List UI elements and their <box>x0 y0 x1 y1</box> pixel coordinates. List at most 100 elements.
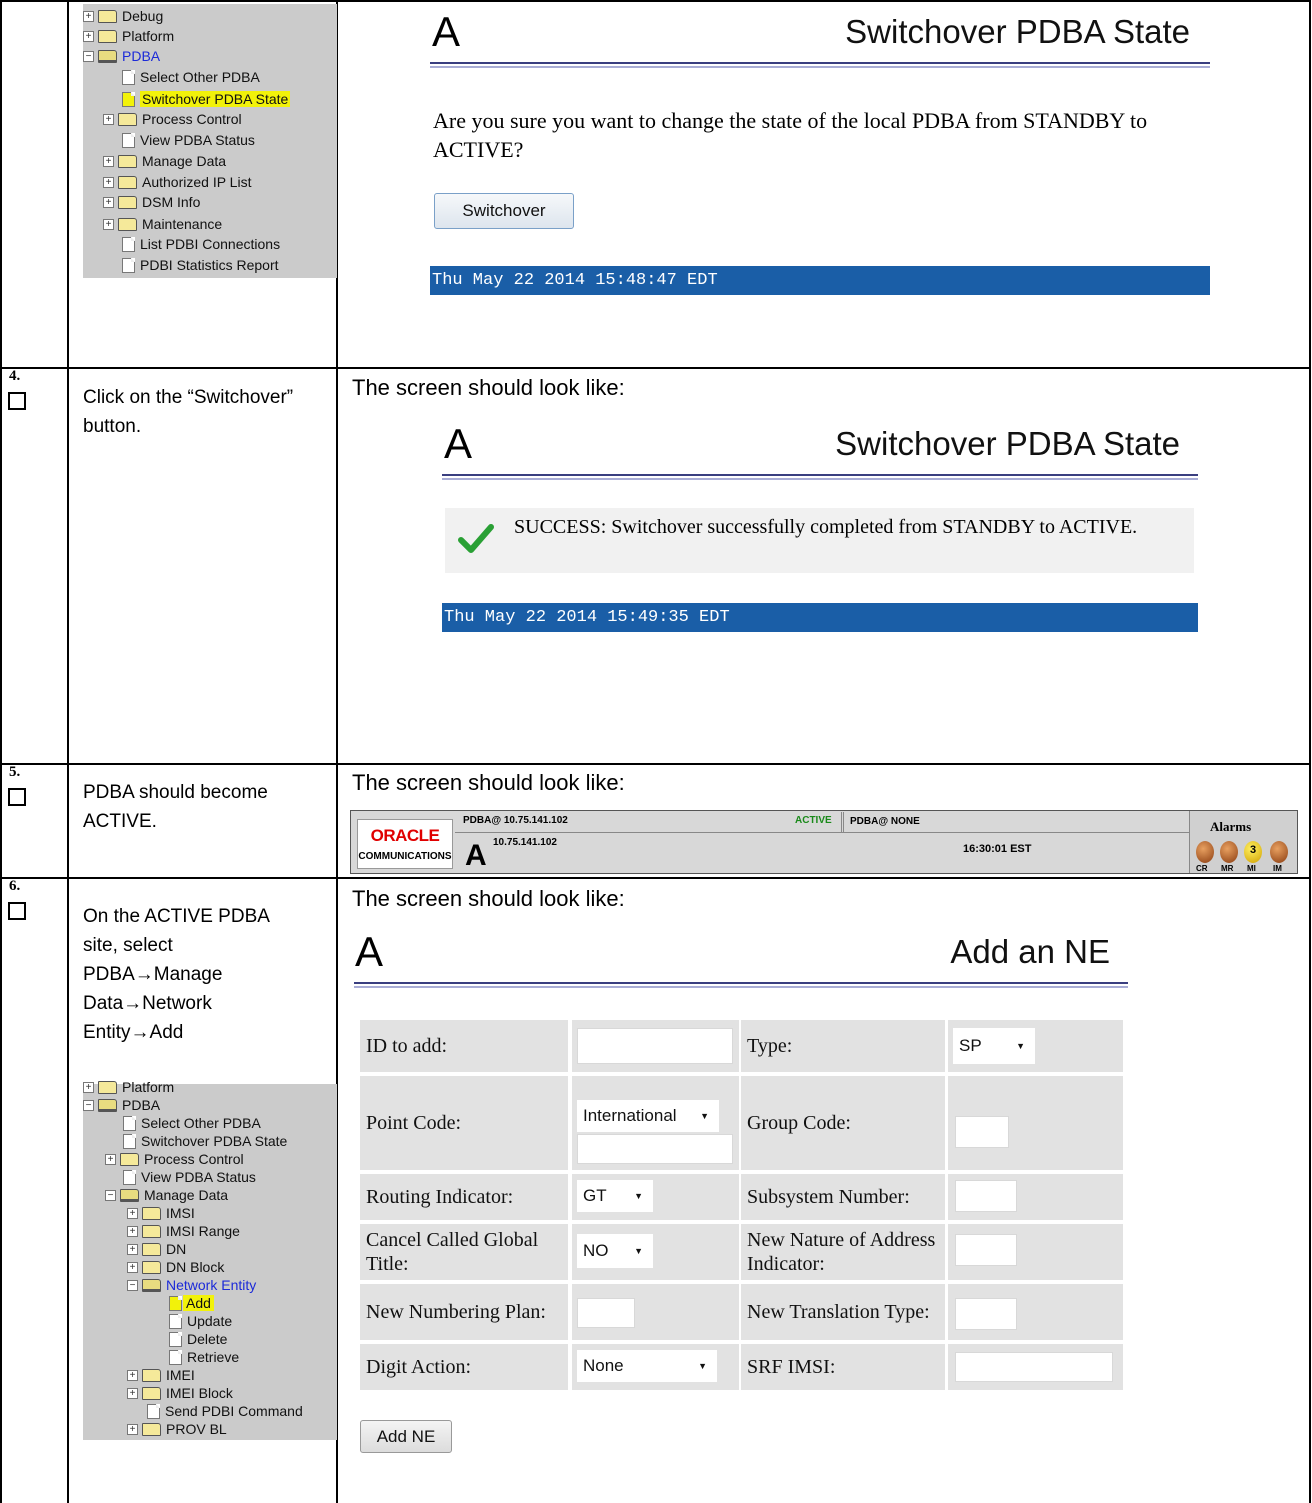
cancel-gt-select[interactable]: NO ▼ <box>577 1234 653 1268</box>
expand-icon[interactable]: + <box>127 1423 138 1435</box>
collapse-icon[interactable]: − <box>105 1189 116 1201</box>
expand-icon[interactable]: + <box>127 1369 138 1381</box>
expand-icon[interactable]: + <box>83 10 94 22</box>
expected-result-label: The screen should look like: <box>352 770 625 795</box>
tree-item-maintenance[interactable]: + Maintenance <box>103 214 222 234</box>
page-icon <box>122 132 135 148</box>
expand-icon[interactable]: + <box>127 1225 138 1237</box>
srf-imsi-input[interactable] <box>955 1352 1113 1382</box>
page-title: Switchover PDBA State <box>835 425 1180 462</box>
tree-item-process-control[interactable]: + Process Control <box>103 109 242 129</box>
tree-item-view-pdba-status[interactable]: View PDBA Status <box>122 130 255 150</box>
group-code-label: Group Code: <box>741 1076 945 1170</box>
ssn-input[interactable] <box>955 1180 1017 1212</box>
tree-item-platform[interactable]: + Platform <box>83 26 174 46</box>
expand-icon[interactable]: + <box>127 1207 138 1219</box>
tree-item-update[interactable]: Update <box>169 1312 232 1330</box>
title-rule <box>442 474 1198 476</box>
step-checkbox[interactable] <box>8 788 26 806</box>
success-message: SUCCESS: Switchover successfully complet… <box>514 516 1138 538</box>
expand-icon[interactable]: + <box>127 1261 138 1273</box>
expand-icon[interactable]: + <box>103 196 114 208</box>
collapse-icon[interactable]: − <box>83 1099 94 1111</box>
dropdown-caret-icon: ▼ <box>698 1361 707 1371</box>
expand-icon[interactable]: + <box>127 1243 138 1255</box>
routing-select[interactable]: GT ▼ <box>577 1180 653 1212</box>
new-np-label: New Numbering Plan: <box>360 1284 568 1340</box>
tree-item-list-pdbi-connections[interactable]: List PDBI Connections <box>122 234 280 254</box>
tree-item-manage-data[interactable]: + Manage Data <box>103 151 226 171</box>
tree-item-imei[interactable]: + IMEI <box>127 1366 195 1384</box>
folder-open-icon <box>98 49 117 63</box>
tree-item-switchover-pdba-state[interactable]: Switchover PDBA State <box>123 1132 287 1150</box>
app-logo: A <box>432 8 461 55</box>
add-ne-button[interactable]: Add NE <box>360 1420 452 1453</box>
group-code-input[interactable] <box>955 1116 1009 1148</box>
tree-item-process-control[interactable]: + Process Control <box>105 1150 244 1168</box>
new-nai-input[interactable] <box>955 1234 1017 1266</box>
new-np-input[interactable] <box>577 1298 635 1328</box>
srf-imsi-label: SRF IMSI: <box>741 1344 945 1390</box>
expand-icon[interactable]: + <box>105 1153 116 1165</box>
host-ip: 10.75.141.102 <box>493 837 557 848</box>
tree-item-view-pdba-status[interactable]: View PDBA Status <box>123 1168 256 1186</box>
digit-action-select[interactable]: None ▼ <box>577 1350 717 1382</box>
alarm-cr-icon[interactable] <box>1196 841 1214 863</box>
tree-item-prov-bl[interactable]: + PROV BL <box>127 1420 227 1438</box>
cancel-gt-label: Cancel Called Global Title: <box>360 1224 568 1280</box>
switchover-button[interactable]: Switchover <box>434 193 574 229</box>
tree-item-dn-block[interactable]: + DN Block <box>127 1258 224 1276</box>
expand-icon[interactable]: + <box>103 176 114 188</box>
step-checkbox[interactable] <box>8 902 26 920</box>
tree-item-platform[interactable]: + Platform <box>83 1080 174 1094</box>
digit-action-label: Digit Action: <box>360 1344 568 1390</box>
point-code-type-select[interactable]: International ▼ <box>577 1100 719 1132</box>
tree-item-select-other-pdba[interactable]: Select Other PDBA <box>123 1114 261 1132</box>
tree-item-pdbi-statistics-report[interactable]: PDBI Statistics Report <box>122 255 279 275</box>
dropdown-caret-icon: ▼ <box>1016 1041 1025 1051</box>
collapse-icon[interactable]: − <box>127 1279 138 1291</box>
tree-item-retrieve[interactable]: Retrieve <box>169 1348 239 1366</box>
tree-item-authorized-ip-list[interactable]: + Authorized IP List <box>103 172 251 192</box>
tree-item-dn[interactable]: + DN <box>127 1240 186 1258</box>
tree-item-pdba[interactable]: − PDBA <box>83 1096 160 1114</box>
tree-item-send-pdbi-command[interactable]: Send PDBI Command <box>147 1402 303 1420</box>
tree-item-manage-data[interactable]: − Manage Data <box>105 1186 228 1204</box>
alarm-im-icon[interactable] <box>1270 841 1288 863</box>
expand-icon[interactable]: + <box>83 30 94 42</box>
tree-item-imei-block[interactable]: + IMEI Block <box>127 1384 233 1402</box>
brand-sub: COMMUNICATIONS <box>358 851 452 862</box>
table-border-top <box>0 0 1311 2</box>
alarm-mr-icon[interactable] <box>1220 841 1238 863</box>
folder-icon <box>98 1080 117 1094</box>
id-input[interactable] <box>577 1028 733 1064</box>
tree-item-dsm-info[interactable]: + DSM Info <box>103 192 200 212</box>
tree-item-pdba[interactable]: − PDBA <box>83 46 160 66</box>
tree-item-select-other-pdba[interactable]: Select Other PDBA <box>122 67 260 87</box>
tree-item-switchover-pdba-state[interactable]: Switchover PDBA State <box>122 89 291 109</box>
step-number: 6. <box>9 878 21 894</box>
point-code-input[interactable] <box>577 1134 733 1164</box>
alarm-label-mr: MR <box>1221 864 1234 873</box>
tree-item-add[interactable]: Add <box>169 1294 214 1312</box>
expand-icon[interactable]: + <box>103 218 114 230</box>
new-tt-input[interactable] <box>955 1298 1017 1330</box>
page-icon <box>169 1349 182 1365</box>
collapse-icon[interactable]: − <box>83 50 94 62</box>
step-checkbox[interactable] <box>8 392 26 410</box>
alarm-label-cr: CR <box>1196 864 1208 873</box>
type-select[interactable]: SP ▼ <box>953 1028 1035 1064</box>
page-icon <box>122 91 135 107</box>
expand-icon[interactable]: + <box>127 1387 138 1399</box>
tree-item-imsi-range[interactable]: + IMSI Range <box>127 1222 240 1240</box>
folder-open-icon <box>142 1278 161 1292</box>
folder-icon <box>142 1422 161 1436</box>
tree-item-network-entity[interactable]: − Network Entity <box>127 1276 256 1294</box>
folder-open-icon <box>120 1188 139 1202</box>
tree-item-delete[interactable]: Delete <box>169 1330 227 1348</box>
tree-item-imsi[interactable]: + IMSI <box>127 1204 195 1222</box>
tree-item-debug[interactable]: + Debug <box>83 6 163 26</box>
expand-icon[interactable]: + <box>103 113 114 125</box>
expand-icon[interactable]: + <box>83 1081 94 1093</box>
expand-icon[interactable]: + <box>103 155 114 167</box>
